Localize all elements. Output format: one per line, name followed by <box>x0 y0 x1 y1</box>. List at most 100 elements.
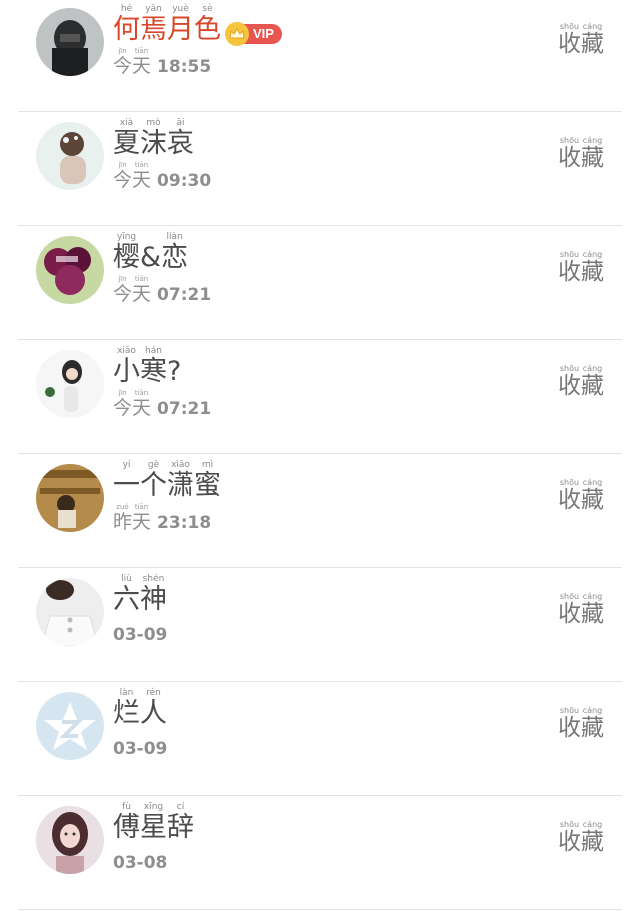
visit-time: 今jīn天tiān 09:30 <box>113 161 211 192</box>
name-line: 一yí个gè潇xiāo蜜mì <box>113 460 221 503</box>
visitor-row[interactable]: 夏xià沫mò哀āi 今jīn天tiān09:30 收shōu藏cáng <box>0 112 640 226</box>
char: 樱yīng <box>113 232 140 273</box>
name-line: 樱yīng&恋liàn <box>113 232 211 275</box>
char: 夏xià <box>113 118 140 159</box>
char: 一yí <box>113 460 140 501</box>
vip-badge: VIP <box>225 21 282 46</box>
collect-button[interactable]: 收shōu藏cáng <box>558 364 604 400</box>
visit-day: 今jīn天tiān <box>113 389 152 419</box>
user-name[interactable]: 夏xià沫mò哀āi <box>113 118 194 161</box>
char: 收shōu <box>558 364 581 399</box>
avatar-white-shirt[interactable] <box>36 578 104 646</box>
char: 收shōu <box>558 478 581 513</box>
char: 沫mò <box>140 118 167 159</box>
char: 收shōu <box>558 22 581 57</box>
collect-button[interactable]: 收shōu藏cáng <box>558 592 604 628</box>
char: 潇xiāo <box>167 460 194 501</box>
avatar-pink-hair[interactable] <box>36 806 104 874</box>
name-line: 六liù神shén <box>113 574 167 617</box>
collect-button[interactable]: 收shōu藏cáng <box>558 136 604 172</box>
char: 人rén <box>140 688 167 729</box>
user-name[interactable]: 烂làn人rén <box>113 688 167 731</box>
char: 收shōu <box>558 706 581 741</box>
name-line: 小xiǎo寒hán? <box>113 346 211 389</box>
char: 天tiān <box>132 389 152 419</box>
user-name[interactable]: 何hé焉yān月yuè色sè <box>113 4 221 47</box>
char: 色sè <box>194 4 221 45</box>
name-line: 何hé焉yān月yuè色sè VIP <box>113 4 282 47</box>
pinyin: shōu <box>558 706 581 715</box>
char: 藏cáng <box>581 478 604 513</box>
pinyin: jīn <box>113 161 133 169</box>
visitor-row[interactable]: 一yí个gè潇xiāo蜜mì 昨zuó天tiān 23:18 收shōu藏cáng <box>0 454 640 568</box>
char: 收shōu <box>558 136 581 171</box>
collect-button[interactable]: 收shōu藏cáng <box>558 250 604 286</box>
pinyin: tiān <box>132 161 152 169</box>
pinyin: tiān <box>132 275 152 283</box>
visit-clock: 07:21 <box>157 285 212 305</box>
visit-clock: 07:21 <box>157 399 212 419</box>
char: 傅fù <box>113 802 140 843</box>
avatar-girl-white[interactable] <box>36 350 104 418</box>
visit-time: 03-09 <box>113 731 167 759</box>
collect-button[interactable]: 收shōu藏cáng <box>558 22 604 58</box>
user-name[interactable]: 六liù神shén <box>113 574 167 617</box>
visitor-row[interactable]: 六liù神shén 03-09 收shōu藏cáng <box>0 568 640 682</box>
pinyin: shén <box>140 574 167 584</box>
pinyin: shōu <box>558 22 581 31</box>
visitor-row[interactable]: 烂làn人rén 03-09 收shōu藏cáng <box>0 682 640 796</box>
char: 寒hán <box>140 346 167 387</box>
collect-button[interactable]: 收shōu藏cáng <box>558 820 604 856</box>
name-block: 一yí个gè潇xiāo蜜mì 昨zuó天tiān 23:18 <box>113 460 221 534</box>
visit-time: 今jīn天tiān07:21 <box>113 275 211 306</box>
avatar-default-qzone[interactable] <box>36 692 104 760</box>
char: 收shōu <box>558 820 581 855</box>
pinyin: cáng <box>581 706 604 715</box>
collect-button[interactable]: 收shōu藏cáng <box>558 478 604 514</box>
pinyin: mì <box>194 460 221 470</box>
pinyin: cáng <box>581 478 604 487</box>
pinyin: yīng <box>113 232 140 242</box>
visitor-row[interactable]: 小xiǎo寒hán? 今jīn天tiān07:21 收shōu藏cáng <box>0 340 640 454</box>
pinyin: cáng <box>581 250 604 259</box>
avatar-hair-back[interactable] <box>36 122 104 190</box>
char: 小xiǎo <box>113 346 140 387</box>
pinyin: shōu <box>558 478 581 487</box>
name-line: 傅fù星xīng辞cí <box>113 802 194 845</box>
pinyin: jīn <box>113 275 133 283</box>
pinyin: cáng <box>581 22 604 31</box>
pinyin: tiān <box>132 503 152 511</box>
visit-day: 今jīn天tiān <box>113 161 151 191</box>
pinyin: jīn <box>113 389 133 397</box>
visit-time: 今jīn天tiān18:55 <box>113 47 282 78</box>
char: 恋liàn <box>161 232 189 273</box>
char: 六liù <box>113 574 140 615</box>
char: 哀āi <box>167 118 194 159</box>
char: 星xīng <box>140 802 167 843</box>
pinyin: cí <box>167 802 194 812</box>
char: 藏cáng <box>581 250 604 285</box>
pinyin: mò <box>140 118 167 128</box>
user-name[interactable]: 樱yīng&恋liàn <box>113 232 188 275</box>
visit-clock: 18:55 <box>157 57 212 77</box>
visitor-row[interactable]: 傅fù星xīng辞cí 03-08 收shōu藏cáng <box>0 796 640 910</box>
avatar-flowers[interactable] <box>36 236 104 304</box>
pinyin: yuè <box>167 4 194 14</box>
pinyin: hé <box>113 4 140 14</box>
visit-clock: 09:30 <box>157 171 212 191</box>
char: 神shén <box>140 574 167 615</box>
user-name[interactable]: 一yí个gè潇xiāo蜜mì <box>113 460 221 503</box>
avatar-bookshelf[interactable] <box>36 464 104 532</box>
pinyin: xiāo <box>167 460 194 470</box>
user-name[interactable]: 傅fù星xīng辞cí <box>113 802 194 845</box>
pinyin: yí <box>113 460 140 470</box>
avatar-dark-figure[interactable] <box>36 8 104 76</box>
visit-clock: 23:18 <box>157 513 212 533</box>
visitor-row[interactable]: 樱yīng&恋liàn 今jīn天tiān07:21 收shōu藏cáng <box>0 226 640 340</box>
pinyin: tiān <box>132 389 152 397</box>
visit-day: 昨zuó天tiān <box>113 503 151 533</box>
visitor-row[interactable]: 何hé焉yān月yuè色sè VIP 今jīn天tiān18:55 收shōu藏cán… <box>0 0 640 112</box>
user-name[interactable]: 小xiǎo寒hán? <box>113 346 181 389</box>
visit-date: 03-09 <box>113 625 168 645</box>
collect-button[interactable]: 收shōu藏cáng <box>558 706 604 742</box>
